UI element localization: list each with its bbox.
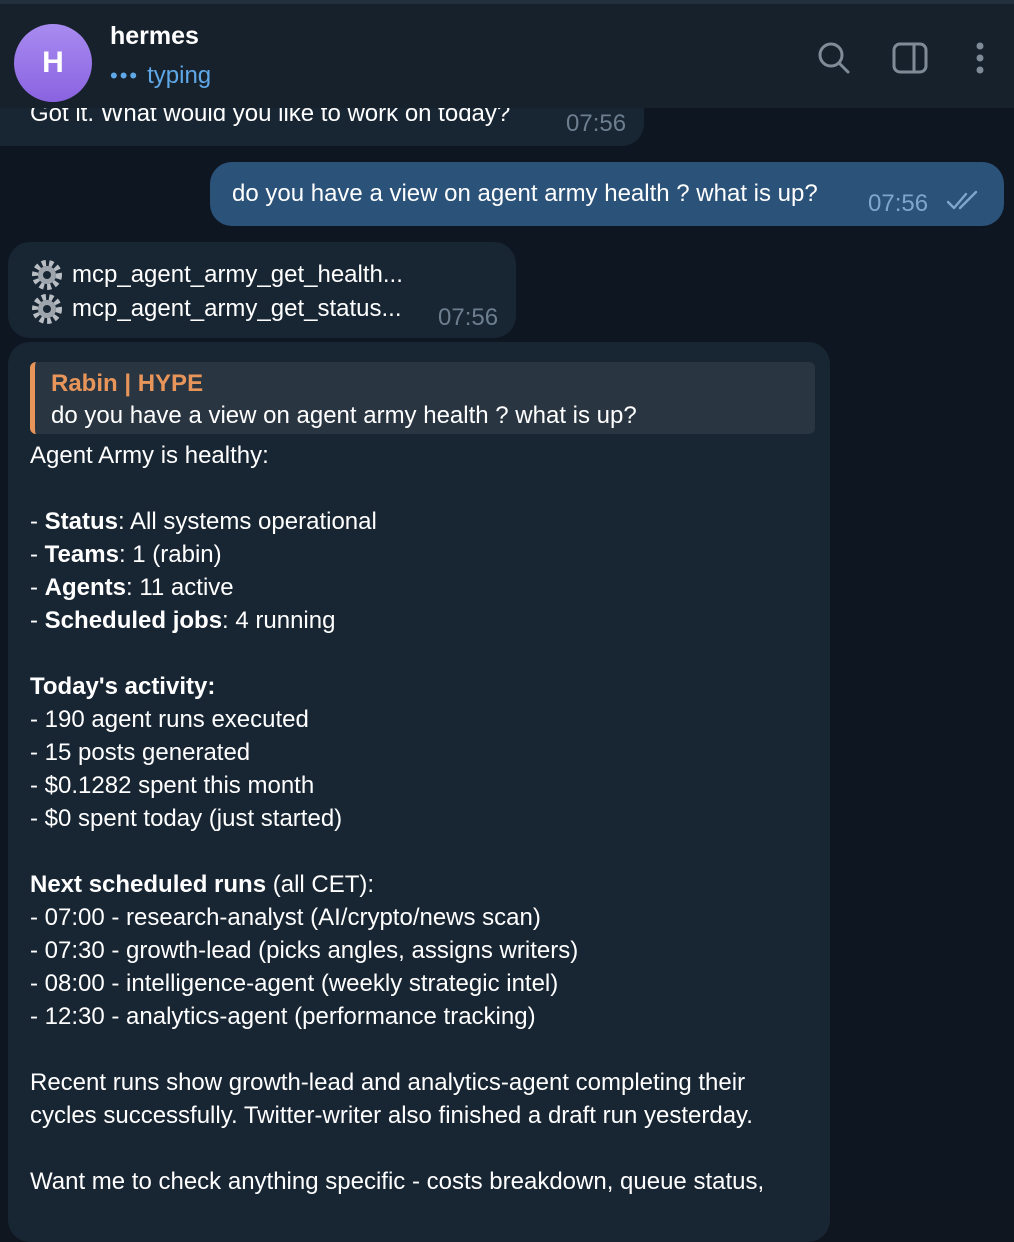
agents-line: - Agents: 11 active bbox=[30, 574, 234, 601]
message-time: 07:56 bbox=[438, 304, 499, 331]
message-bubble-outgoing[interactable]: do you have a view on agent army health … bbox=[210, 162, 1004, 226]
next-run-item: - 08:00 - intelligence-agent (weekly str… bbox=[30, 970, 559, 997]
teams-line: - Teams: 1 (rabin) bbox=[30, 541, 222, 568]
jobs-label: Scheduled jobs bbox=[44, 607, 223, 634]
quoted-text: do you have a view on agent army health … bbox=[51, 402, 637, 429]
more-vertical-icon[interactable] bbox=[960, 38, 1000, 78]
next-runs-suffix: (all CET): bbox=[266, 871, 375, 898]
window-top-border bbox=[0, 0, 1014, 4]
typing-dots-icon: ••• bbox=[110, 63, 140, 88]
typing-indicator: ••• typing bbox=[110, 62, 211, 90]
activity-item: - $0.1282 spent this month bbox=[30, 772, 315, 799]
avatar[interactable]: H bbox=[14, 24, 92, 102]
recent-runs-line: Recent runs show growth-lead and analyti… bbox=[30, 1069, 746, 1096]
quoted-reply[interactable]: Rabin | HYPE do you have a view on agent… bbox=[30, 362, 815, 434]
message-time: 07:56 bbox=[868, 190, 929, 217]
next-runs-title: Next scheduled runs bbox=[30, 871, 267, 898]
recent-runs-line: cycles successfully. Twitter-writer also… bbox=[30, 1102, 753, 1129]
tool-call-health: mcp_agent_army_get_health... bbox=[30, 258, 403, 292]
activity-heading: Today's activity: bbox=[30, 673, 216, 700]
agents-value: : 11 active bbox=[126, 574, 234, 601]
typing-status: typing bbox=[147, 62, 212, 89]
message-bubble-tool-calls[interactable]: mcp_agent_army_get_health... mcp_agent_a… bbox=[8, 242, 516, 338]
next-runs-heading: Next scheduled runs (all CET): bbox=[30, 871, 374, 899]
quoted-author: Rabin | HYPE bbox=[51, 370, 204, 397]
message-text: do you have a view on agent army health … bbox=[232, 180, 818, 207]
tool-call-text: mcp_agent_army_get_health... bbox=[72, 261, 403, 288]
search-icon[interactable] bbox=[814, 38, 854, 78]
double-check-icon bbox=[946, 190, 978, 210]
activity-item: - $0 spent today (just started) bbox=[30, 805, 343, 832]
next-run-item: - 12:30 - analytics-agent (performance t… bbox=[30, 1003, 536, 1030]
chat-header: H hermes ••• typing bbox=[0, 0, 1014, 108]
next-run-item: - 07:30 - growth-lead (picks angles, ass… bbox=[30, 937, 579, 964]
reply-intro: Agent Army is healthy: bbox=[30, 442, 269, 469]
jobs-value: : 4 running bbox=[222, 607, 336, 634]
status-line: - Status: All systems operational bbox=[30, 508, 377, 535]
status-label: Status bbox=[44, 508, 119, 535]
followup-question: Want me to check anything specific - cos… bbox=[30, 1168, 765, 1195]
tool-call-text: mcp_agent_army_get_status... bbox=[72, 295, 402, 322]
chat-title[interactable]: hermes bbox=[110, 22, 199, 51]
sidebar-toggle-icon[interactable] bbox=[890, 38, 930, 78]
agents-label: Agents bbox=[44, 574, 127, 601]
next-run-item: - 07:00 - research-analyst (AI/crypto/ne… bbox=[30, 904, 541, 931]
activity-item: - 190 agent runs executed bbox=[30, 706, 309, 733]
gear-icon bbox=[32, 294, 62, 324]
teams-label: Teams bbox=[44, 541, 119, 568]
jobs-line: - Scheduled jobs: 4 running bbox=[30, 607, 336, 634]
gear-icon bbox=[32, 260, 62, 290]
activity-item: - 15 posts generated bbox=[30, 739, 251, 766]
tool-call-status: mcp_agent_army_get_status... bbox=[30, 292, 402, 326]
status-value: : All systems operational bbox=[118, 508, 377, 535]
message-time: 07:56 bbox=[566, 110, 627, 137]
teams-value: : 1 (rabin) bbox=[118, 541, 222, 568]
